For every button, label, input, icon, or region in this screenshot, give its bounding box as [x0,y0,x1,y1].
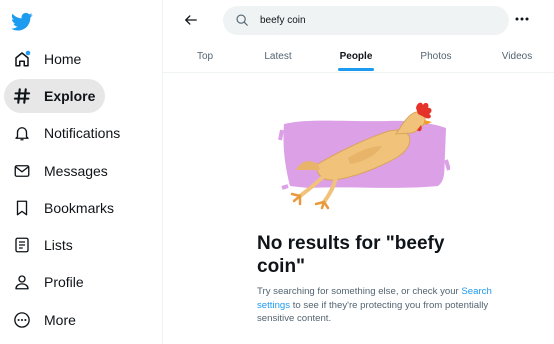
more-circle-icon [12,310,32,330]
sidebar-item-label: Home [44,51,82,67]
sidebar-item-profile[interactable]: Profile [4,265,94,299]
sidebar-item-bookmarks[interactable]: Bookmarks [4,191,124,225]
sidebar-item-explore[interactable]: Explore [4,79,106,113]
search-box[interactable] [223,6,509,35]
search-header [163,0,554,40]
empty-state-title: No results for "beefy coin" [257,233,445,277]
sidebar-item-label: Bookmarks [44,200,115,216]
tab-top[interactable]: Top [185,40,225,72]
sidebar-item-label: More [44,312,76,328]
tab-videos[interactable]: Videos [492,40,542,72]
hashtag-icon [12,86,32,106]
bell-icon [12,123,32,143]
sidebar-item-label: Profile [44,274,84,290]
empty-state-message: Try searching for something else, or che… [257,286,492,324]
back-arrow-icon[interactable] [182,11,200,29]
sidebar: Home Explore Notifications Messages Book… [0,0,160,344]
bookmark-icon [12,198,32,218]
tab-photos[interactable]: Photos [411,40,461,72]
more-options-icon[interactable] [515,12,529,26]
sidebar-item-label: Lists [44,237,73,253]
search-tabs: Top Latest People Photos Videos [163,40,554,72]
search-icon [235,13,250,28]
envelope-icon [12,161,32,181]
sidebar-item-label: Notifications [44,125,121,141]
sidebar-item-lists[interactable]: Lists [4,228,83,262]
sidebar-item-label: Explore [44,88,96,104]
twitter-logo-icon[interactable] [11,12,33,32]
list-icon [12,235,32,255]
active-tab-indicator [338,68,374,71]
tab-latest[interactable]: Latest [253,40,303,72]
search-input[interactable] [260,15,500,26]
sidebar-item-messages[interactable]: Messages [4,154,118,188]
sidebar-item-notifications[interactable]: Notifications [4,116,130,150]
home-icon [12,49,32,69]
sidebar-item-more[interactable]: More [4,303,86,337]
person-icon [12,272,32,292]
empty-state-illustration [278,100,451,210]
tabs-divider [163,72,554,73]
sidebar-item-home[interactable]: Home [4,42,91,76]
sidebar-item-label: Messages [44,163,108,179]
